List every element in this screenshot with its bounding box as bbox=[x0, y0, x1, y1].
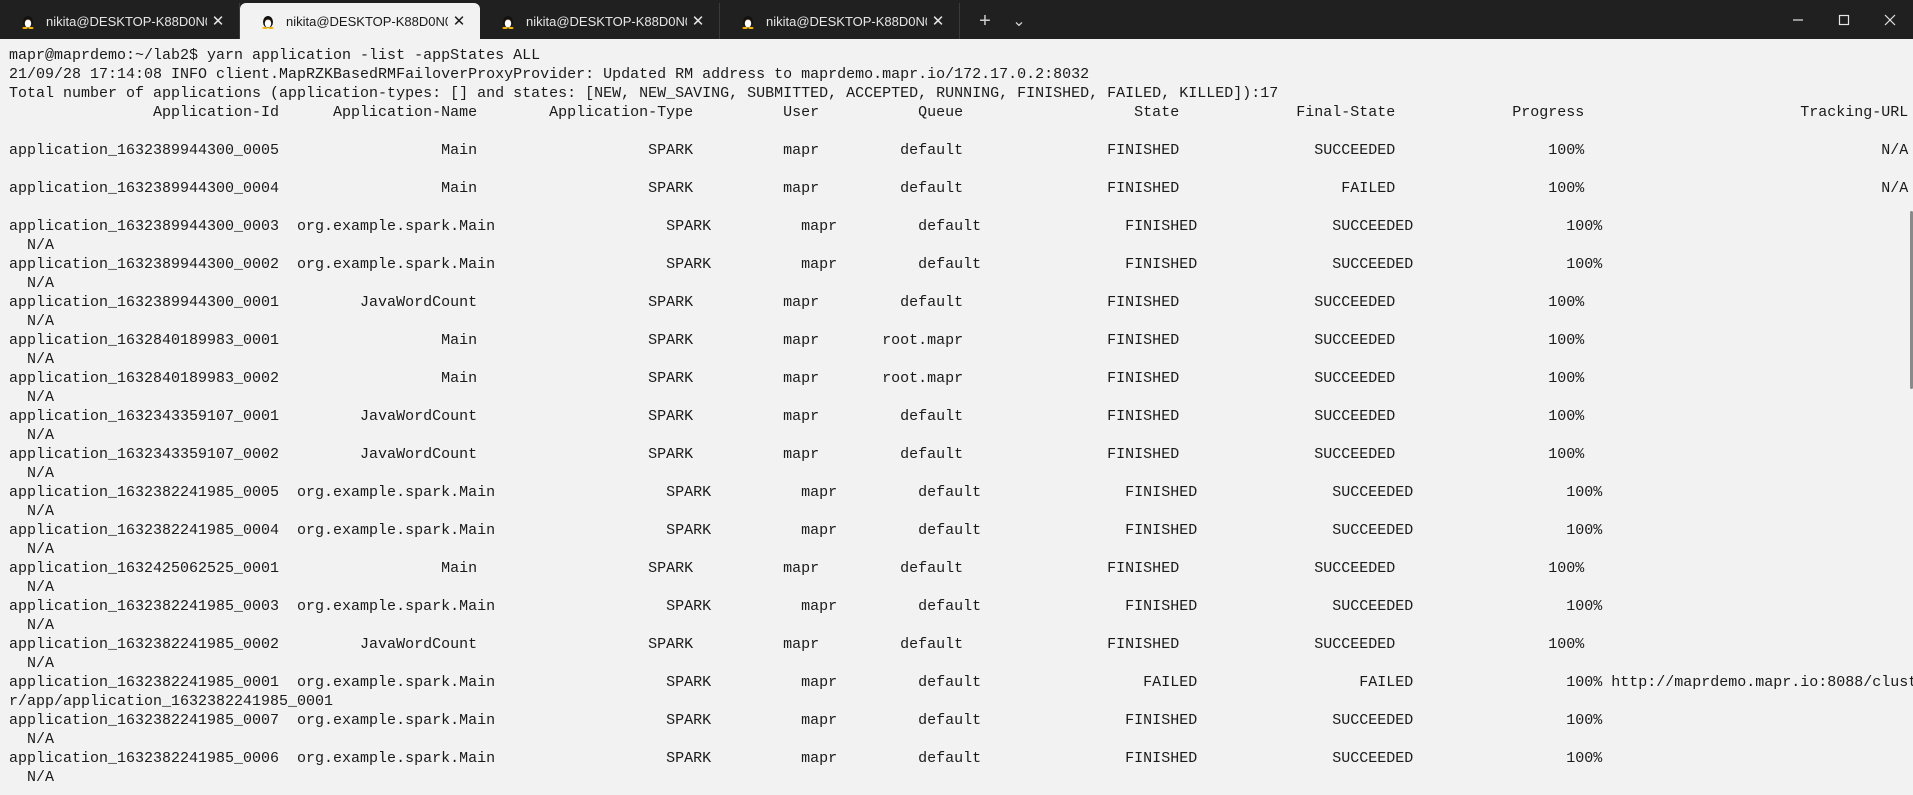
terminal-line: N/A bbox=[9, 389, 55, 406]
maximize-button[interactable] bbox=[1821, 0, 1867, 39]
tux-icon bbox=[502, 16, 514, 29]
terminal-line: Application-Id Application-Name Applicat… bbox=[9, 104, 1909, 121]
terminal-line: application_1632389944300_0004 Main SPAR… bbox=[9, 180, 1909, 197]
scrollbar[interactable] bbox=[1908, 39, 1913, 795]
terminal-line: N/A bbox=[9, 731, 55, 748]
tux-icon bbox=[742, 16, 754, 29]
terminal-line: N/A bbox=[9, 275, 55, 292]
tab-title: nikita@DESKTOP-K88D0N0: ~ bbox=[286, 13, 448, 29]
terminal-line: application_1632389944300_0001 JavaWordC… bbox=[9, 294, 1585, 311]
terminal-output[interactable]: mapr@maprdemo:~/lab2$ yarn application -… bbox=[0, 39, 1913, 795]
tab-title: nikita@DESKTOP-K88D0N0: ~ bbox=[526, 13, 687, 29]
tux-icon bbox=[262, 16, 274, 29]
terminal-line: application_1632382241985_0007 org.examp… bbox=[9, 712, 1603, 729]
tab-2[interactable]: nikita@DESKTOP-K88D0N0: ~ ✕ bbox=[240, 3, 480, 39]
terminal-line: application_1632382241985_0006 org.examp… bbox=[9, 750, 1603, 767]
tab-3[interactable]: nikita@DESKTOP-K88D0N0: ~ ✕ bbox=[480, 3, 720, 39]
terminal-line: N/A bbox=[9, 465, 55, 482]
terminal-line: r/app/application_1632382241985_0001 bbox=[9, 693, 334, 710]
terminal-line: application_1632389944300_0005 Main SPAR… bbox=[9, 142, 1909, 159]
terminal-line: N/A bbox=[9, 237, 55, 254]
terminal-window: nikita@DESKTOP-K88D0N0: /m ✕ nikita@DESK… bbox=[0, 0, 1913, 795]
tab-4[interactable]: nikita@DESKTOP-K88D0N0: ~ ✕ bbox=[720, 3, 960, 39]
close-icon bbox=[1884, 14, 1896, 25]
close-icon[interactable]: ✕ bbox=[687, 10, 709, 32]
terminal-line: N/A bbox=[9, 769, 55, 786]
terminal-line: application_1632382241985_0005 org.examp… bbox=[9, 484, 1603, 501]
close-icon[interactable]: ✕ bbox=[927, 10, 949, 32]
terminal-line: N/A bbox=[9, 617, 55, 634]
terminal-line: application_1632840189983_0001 Main SPAR… bbox=[9, 332, 1585, 349]
tab-title: nikita@DESKTOP-K88D0N0: ~ bbox=[766, 13, 927, 29]
new-tab-button[interactable]: + bbox=[968, 7, 1002, 35]
terminal-line: mapr@maprdemo:~/lab2$ yarn application -… bbox=[9, 47, 541, 64]
terminal-line: application_1632343359107_0002 JavaWordC… bbox=[9, 446, 1585, 463]
maximize-icon bbox=[1838, 14, 1850, 25]
tab-dropdown-button[interactable]: ⌄ bbox=[1002, 7, 1036, 35]
close-window-button[interactable] bbox=[1867, 0, 1913, 39]
minimize-icon bbox=[1793, 18, 1803, 21]
window-controls bbox=[1775, 0, 1913, 39]
terminal-line: N/A bbox=[9, 541, 55, 558]
terminal-line: application_1632382241985_0004 org.examp… bbox=[9, 522, 1603, 539]
terminal-line: 21/09/28 17:14:08 INFO client.MapRZKBase… bbox=[9, 66, 1090, 83]
minimize-button[interactable] bbox=[1775, 0, 1821, 39]
terminal-line: N/A bbox=[9, 427, 55, 444]
terminal-line: application_1632389944300_0002 org.examp… bbox=[9, 256, 1603, 273]
terminal-line: Total number of applications (applicatio… bbox=[9, 85, 1279, 102]
terminal-line: N/A bbox=[9, 313, 55, 330]
terminal-line: N/A bbox=[9, 351, 55, 368]
tux-icon bbox=[22, 16, 34, 29]
close-icon[interactable]: ✕ bbox=[448, 10, 470, 32]
tab-1[interactable]: nikita@DESKTOP-K88D0N0: /m ✕ bbox=[0, 3, 240, 39]
terminal-line: N/A bbox=[9, 579, 55, 596]
terminal-line: application_1632840189983_0002 Main SPAR… bbox=[9, 370, 1585, 387]
terminal-line: application_1632382241985_0002 JavaWordC… bbox=[9, 636, 1585, 653]
tab-bar: nikita@DESKTOP-K88D0N0: /m ✕ nikita@DESK… bbox=[0, 0, 1913, 39]
terminal-text: mapr@maprdemo:~/lab2$ yarn application -… bbox=[9, 46, 1913, 787]
terminal-line: application_1632425062525_0001 Main SPAR… bbox=[9, 560, 1585, 577]
terminal-line: application_1632382241985_0001 org.examp… bbox=[9, 674, 1913, 691]
terminal-line: N/A bbox=[9, 655, 55, 672]
tab-actions: + ⌄ bbox=[968, 3, 1036, 39]
tab-title: nikita@DESKTOP-K88D0N0: /m bbox=[46, 13, 207, 29]
terminal-line: N/A bbox=[9, 503, 55, 520]
close-icon[interactable]: ✕ bbox=[207, 10, 229, 32]
terminal-line: application_1632382241985_0003 org.examp… bbox=[9, 598, 1603, 615]
terminal-line: application_1632343359107_0001 JavaWordC… bbox=[9, 408, 1585, 425]
terminal-line: application_1632389944300_0003 org.examp… bbox=[9, 218, 1603, 235]
